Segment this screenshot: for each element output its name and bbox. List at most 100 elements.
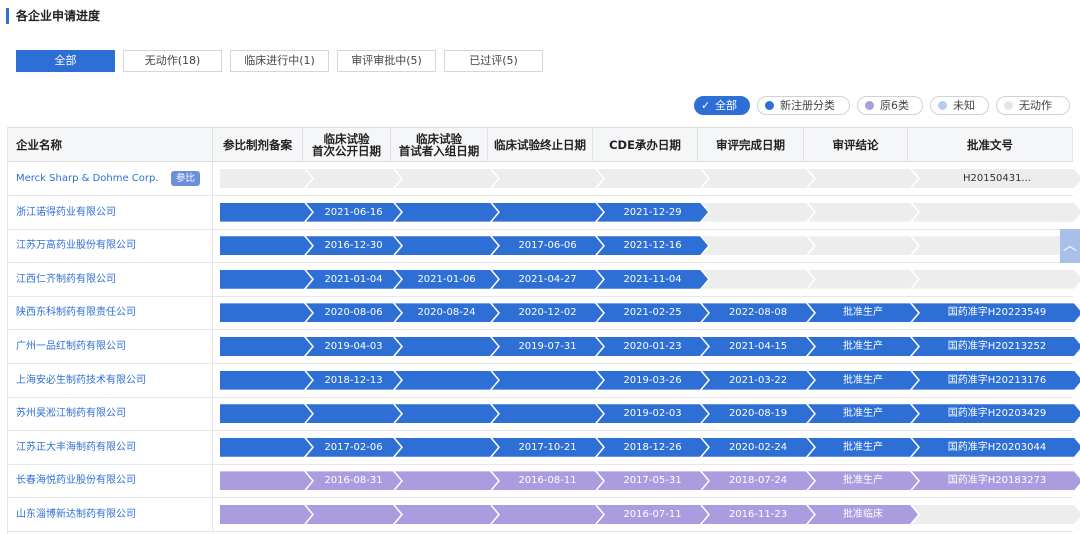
stage-segment <box>808 203 918 222</box>
company-name-link[interactable]: 浙江诺得药业有限公司 <box>8 195 213 229</box>
legend-label: 无动作 <box>1019 99 1052 112</box>
table-header: 企业名称 参比制剂备案 临床试验 首次公开日期 临床试验 首试者入组日期 临床试验终止日期 C… <box>8 128 1073 162</box>
stage-segment <box>912 270 1080 289</box>
filter-tab-3[interactable]: 审评审批中(5) <box>337 50 436 72</box>
stage-segment <box>808 169 918 188</box>
stage-segment <box>395 203 498 222</box>
table-row: Merck Sharp & Dohme Corp. 参比 H20150431... <box>8 162 1073 196</box>
table-row: 江苏正大丰海制药有限公司 2017-02-06 2017-10-21 2018-12-… <box>8 430 1073 465</box>
stage-segment <box>395 505 498 524</box>
stage-segment: 2019-03-26 <box>597 371 708 390</box>
stage-segment <box>702 169 814 188</box>
legend-label: 未知 <box>953 99 975 112</box>
stage-segment <box>912 505 1080 524</box>
stage-segment: 批准生产 <box>808 303 918 322</box>
column-header-label-2: 首试者入组日期 <box>398 144 480 158</box>
stage-segment: 2021-12-16 <box>597 236 708 255</box>
scroll-up-button[interactable]: ︿ <box>1060 229 1080 263</box>
company-name-link[interactable]: Merck Sharp & Dohme Corp. 参比 <box>8 162 213 195</box>
stage-segment: 2019-07-31 <box>492 337 603 356</box>
stage-segment <box>492 404 603 423</box>
column-header-label: 批准文号 <box>967 138 1013 152</box>
stage-segment <box>220 505 312 524</box>
company-name-link[interactable]: 广州一品红制药有限公司 <box>8 330 213 363</box>
legend-label: 新注册分类 <box>780 99 835 112</box>
stage-segment <box>220 438 312 457</box>
stage-segment <box>395 169 498 188</box>
stage-progress: 2016-07-11 2016-11-23 批准临床 <box>220 505 1068 524</box>
stage-segment: 2019-02-03 <box>597 404 708 423</box>
stage-progress: 2017-02-06 2017-10-21 2018-12-26 2020-02-24… <box>220 438 1068 457</box>
stage-segment: 2021-12-29 <box>597 203 708 222</box>
stage-segment: 国药准字H20213252 <box>912 337 1080 356</box>
stage-segment: 2016-11-23 <box>702 505 814 524</box>
stage-progress: 2018-12-13 2019-03-26 2021-03-22 批准生产 国药准字H2… <box>220 371 1068 390</box>
stage-segment: 国药准字H20223549 <box>912 303 1080 322</box>
stage-segment: 2018-12-13 <box>306 371 401 390</box>
stage-segment: 2021-06-16 <box>306 203 401 222</box>
stage-segment <box>912 236 1080 255</box>
table-row: 山东淄博新达制药有限公司 2016-07-11 2016-11-23 批准临床 <box>8 498 1073 532</box>
stage-segment <box>492 203 603 222</box>
company-name-link[interactable]: 上海安必生制药技术有限公司 <box>8 363 213 397</box>
company-name-link[interactable]: 江苏万高药业股份有限公司 <box>8 229 213 263</box>
stage-segment: 批准生产 <box>808 337 918 356</box>
stage-progress: 2021-01-04 2021-01-06 2021-04-27 2021-11-04 <box>220 270 1068 289</box>
stage-segment <box>306 169 401 188</box>
company-name-link[interactable]: 苏州昊淞江制药有限公司 <box>8 397 213 431</box>
stage-segment: 2017-06-06 <box>492 236 603 255</box>
legend-chip-4[interactable]: 无动作 <box>996 96 1070 115</box>
stage-segment <box>220 270 312 289</box>
check-icon: ✓ <box>701 99 711 112</box>
stage-progress: 2016-12-30 2017-06-06 2021-12-16 <box>220 236 1068 255</box>
filter-tab-2[interactable]: 临床进行中(1) <box>230 50 329 72</box>
stage-segment <box>395 337 498 356</box>
stage-segment: 2018-07-24 <box>702 471 814 490</box>
stage-segment: 批准生产 <box>808 438 918 457</box>
company-name-link[interactable]: 陕西东科制药有限责任公司 <box>8 296 213 330</box>
column-header-2: 临床试验 首次公开日期 <box>303 128 391 162</box>
filter-tab-0[interactable]: 全部 <box>16 50 115 72</box>
stage-segment: 2017-02-06 <box>306 438 401 457</box>
stage-segment <box>220 236 312 255</box>
legend-dot-icon <box>765 101 774 110</box>
company-name-link[interactable]: 江苏正大丰海制药有限公司 <box>8 430 213 464</box>
stage-segment <box>220 203 312 222</box>
company-name-link[interactable]: 江西仁齐制药有限公司 <box>8 262 213 296</box>
stage-segment: 2017-10-21 <box>492 438 603 457</box>
stage-segment: 2016-12-30 <box>306 236 401 255</box>
legend-chip-3[interactable]: 未知 <box>930 96 989 115</box>
stage-segment: 2021-04-15 <box>702 337 814 356</box>
stage-segment <box>395 404 498 423</box>
filter-tab-1[interactable]: 无动作(18) <box>123 50 222 72</box>
table-row: 长春海悦药业股份有限公司 2016-08-31 2016-08-11 2017-05-… <box>8 464 1073 499</box>
table-row: 陕西东科制药有限责任公司 2020-08-06 2020-08-24 2020-12-… <box>8 296 1073 331</box>
stage-segment: 2020-08-19 <box>702 404 814 423</box>
stage-segment: 2020-01-23 <box>597 337 708 356</box>
progress-table: 企业名称 参比制剂备案 临床试验 首次公开日期 临床试验 首试者入组日期 临床试验终止日期 C… <box>7 127 1072 534</box>
stage-segment <box>808 270 918 289</box>
column-header-label: 临床试验终止日期 <box>494 138 586 152</box>
stage-segment <box>395 438 498 457</box>
stage-progress: 2019-04-03 2019-07-31 2020-01-23 2021-04-15… <box>220 337 1068 356</box>
legend-chip-2[interactable]: 原6类 <box>857 96 923 115</box>
column-header-label-2: 首次公开日期 <box>312 144 381 158</box>
stage-segment <box>702 203 814 222</box>
stage-segment: 2016-08-11 <box>492 471 603 490</box>
stage-segment: 2021-02-25 <box>597 303 708 322</box>
stage-segment <box>306 505 401 524</box>
filter-tab-4[interactable]: 已过评(5) <box>444 50 543 72</box>
page-title: 各企业申请进度 <box>6 8 100 24</box>
stage-segment: 2022-08-08 <box>702 303 814 322</box>
table-row: 上海安必生制药技术有限公司 2018-12-13 2019-03-26 2021-03… <box>8 363 1073 398</box>
stage-segment <box>395 471 498 490</box>
stage-segment: 2016-08-31 <box>306 471 401 490</box>
legend-chip-1[interactable]: 新注册分类 <box>757 96 850 115</box>
legend-chip-0[interactable]: ✓ 全部 <box>694 96 750 115</box>
company-name-link[interactable]: 长春海悦药业股份有限公司 <box>8 464 213 498</box>
legend-dot-icon <box>938 101 947 110</box>
stage-progress: H20150431... <box>220 169 1068 188</box>
stage-segment: 国药准字H20213176 <box>912 371 1080 390</box>
stage-segment <box>492 169 603 188</box>
company-name-link[interactable]: 山东淄博新达制药有限公司 <box>8 498 213 531</box>
